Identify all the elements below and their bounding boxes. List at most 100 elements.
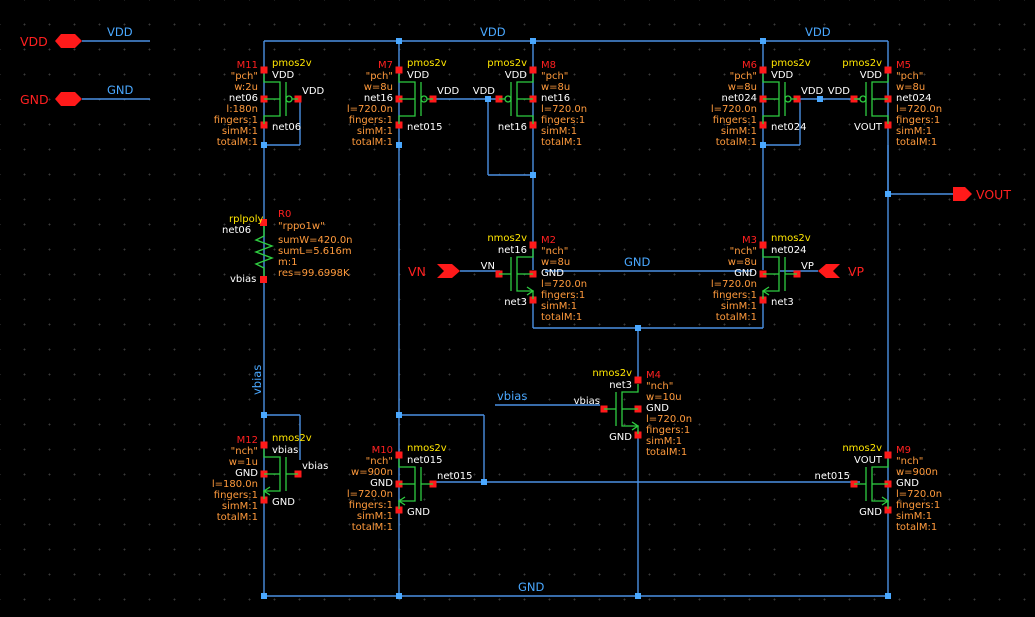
transistor-M2[interactable]: M2 nmos2v "nch" net16 w=8uGNDl=720.0nfingers…: [481, 233, 587, 323]
M7-name: M7: [378, 60, 393, 71]
M4-param-fingers: fingers:1: [646, 425, 690, 436]
transistor-M10[interactable]: M10 nmos2v"nch" net015w=900nGNDl=720.0nfin…: [347, 443, 473, 533]
M7-term-bulk: net16: [364, 93, 393, 104]
M12-cell: nmos2v: [272, 433, 312, 444]
M3-cell: nmos2v: [771, 233, 811, 244]
M12-param-simm: simM:1: [222, 501, 258, 512]
transistor-M5[interactable]: M5 pmos2v "pch" VDD w=8unet024l=720.0nfinger…: [828, 58, 942, 148]
M3-param-l: l=720.0n: [711, 279, 757, 290]
M12-model: "nch": [231, 446, 258, 457]
R0-param-res: res=99.6998K: [278, 268, 350, 279]
M3-term-source: net3: [771, 297, 794, 308]
pin-gnd-net-label: GND: [107, 83, 134, 97]
M8-param-simm: simM:1: [541, 126, 577, 137]
M10-cell: nmos2v: [407, 443, 447, 454]
R0-param-suml: sumL=5.616m: [278, 246, 352, 257]
M10-term-bulk: GND: [370, 478, 393, 489]
transistor-M7[interactable]: M7 pmos2v "pch" VDD w=8unet16l=720.0nfingers…: [347, 58, 460, 148]
M5-term-source: VOUT: [854, 122, 883, 133]
M2-term-bulk: GND: [541, 268, 564, 279]
M11-name: M11: [237, 60, 258, 71]
M3-term-drain: net024: [771, 245, 807, 256]
M11-cell: pmos2v: [272, 58, 312, 69]
M11-param-l: l:180n: [226, 104, 258, 115]
M2-name: M2: [541, 235, 556, 246]
M7-term-gate: VDD: [437, 86, 460, 97]
M6-name: M6: [742, 60, 757, 71]
pin-gnd[interactable]: GND GND: [20, 83, 150, 107]
M4-model: "nch": [646, 381, 673, 392]
M9-model: "nch": [896, 456, 923, 467]
M11-term-bulk: net06: [229, 93, 258, 104]
M3-term-gate: VP: [801, 261, 814, 272]
schematic-canvas[interactable]: VDD VDD GND GND VOUT VN VP VDD VDD GND G…: [0, 0, 1035, 617]
R0-name: R0: [278, 209, 291, 220]
M8-term-bulk: net16: [541, 93, 570, 104]
transistors: M11 pmos2v"pch" VDDw:2unet06l:180nfingers:…: [212, 58, 942, 533]
pin-vdd[interactable]: VDD VDD: [20, 25, 150, 49]
M4-param-l: l=720.0n: [646, 414, 692, 425]
M4-term-bulk: GND: [646, 403, 669, 414]
M2-param-fingers: fingers:1: [541, 290, 585, 301]
M10-name: M10: [372, 445, 393, 456]
M11-model: "pch": [231, 71, 258, 82]
M5-param-simm: simM:1: [896, 126, 932, 137]
M9-param-l: l=720.0n: [896, 489, 942, 500]
transistor-M8[interactable]: M8pmos2v"pch"VDDw=8unet16l=720.0nfingers…: [473, 58, 587, 148]
M7-param-l: l=720.0n: [347, 104, 393, 115]
M3-param-w: w=8u: [728, 257, 757, 268]
R0-param-sumw: sumW=420.0n: [278, 235, 353, 246]
M8-param-l: l=720.0n: [541, 104, 587, 115]
M6-param-fingers: fingers:1: [713, 115, 757, 126]
M8-param-fingers: fingers:1: [541, 115, 585, 126]
M4-param-totalm: totalM:1: [646, 447, 687, 458]
net-label-vbias: vbias: [497, 389, 527, 403]
M7-param-w: w=8u: [364, 82, 393, 93]
M3-term-bulk: GND: [734, 268, 757, 279]
transistor-M6[interactable]: M6 pmos2v"pch" VDDw=8unet024l=720.0nfinger…: [711, 58, 824, 148]
pin-gnd-label: GND: [20, 92, 49, 107]
M7-term-source: net015: [407, 122, 443, 133]
net-label-vbias-vertical: vbias: [250, 365, 264, 395]
M6-term-bulk: net024: [722, 93, 758, 104]
resistor-R0[interactable]: rplpoly net06 vbias R0 "rppo1w" sumW=420…: [222, 209, 353, 285]
M3-param-simm: simM:1: [721, 301, 757, 312]
M12-term-bulk: GND: [235, 468, 258, 479]
pin-vout-label: VOUT: [976, 187, 1011, 202]
M5-param-fingers: fingers:1: [896, 115, 940, 126]
M6-term-drain: VDD: [771, 70, 794, 81]
M9-term-gate: net015: [815, 471, 851, 482]
M3-name: M3: [742, 235, 757, 246]
M6-param-simm: simM:1: [721, 126, 757, 137]
M6-param-w: w=8u: [728, 82, 757, 93]
M6-cell: pmos2v: [771, 58, 811, 69]
M6-model: "pch": [730, 71, 757, 82]
M2-param-l: l=720.0n: [541, 279, 587, 290]
M12-param-fingers: fingers:1: [214, 490, 258, 501]
M9-cell: nmos2v: [842, 443, 882, 454]
M12-param-l: l=180.0n: [212, 479, 258, 490]
transistor-M12[interactable]: M12 nmos2v"nch" vbiasw=1uGNDl=180.0nfinger…: [212, 433, 329, 523]
M4-term-source: GND: [609, 432, 632, 443]
M11-param-w: w:2u: [234, 82, 258, 93]
pin-vout[interactable]: VOUT: [888, 187, 1011, 202]
transistor-M4[interactable]: M4nmos2v"nch"net3w=10uGNDl=720.0nfingers…: [574, 368, 693, 458]
M11-term-drain: VDD: [272, 70, 295, 81]
M6-term-source: net024: [771, 122, 807, 133]
M8-term-drain: VDD: [505, 70, 528, 81]
M9-name: M9: [896, 445, 911, 456]
M4-param-w: w=10u: [646, 392, 682, 403]
M6-param-l: l=720.0n: [711, 104, 757, 115]
M2-param-simm: simM:1: [541, 301, 577, 312]
M7-term-drain: VDD: [407, 70, 430, 81]
M11-term-gate: VDD: [302, 86, 325, 97]
M7-cell: pmos2v: [407, 58, 447, 69]
M8-model: "pch": [541, 71, 568, 82]
M9-param-w: w=900n: [896, 467, 938, 478]
transistor-M9[interactable]: M9nmos2v"nch"VOUTw=900nGNDl=720.0nfinger…: [815, 443, 943, 533]
pin-vp[interactable]: VP: [780, 264, 865, 279]
R0-term-top: net06: [222, 225, 251, 236]
R0-cell: rplpoly: [229, 214, 263, 225]
transistor-M11[interactable]: M11 pmos2v"pch" VDDw:2unet06l:180nfingers:…: [214, 58, 325, 148]
pin-vdd-net-label: VDD: [107, 25, 133, 39]
